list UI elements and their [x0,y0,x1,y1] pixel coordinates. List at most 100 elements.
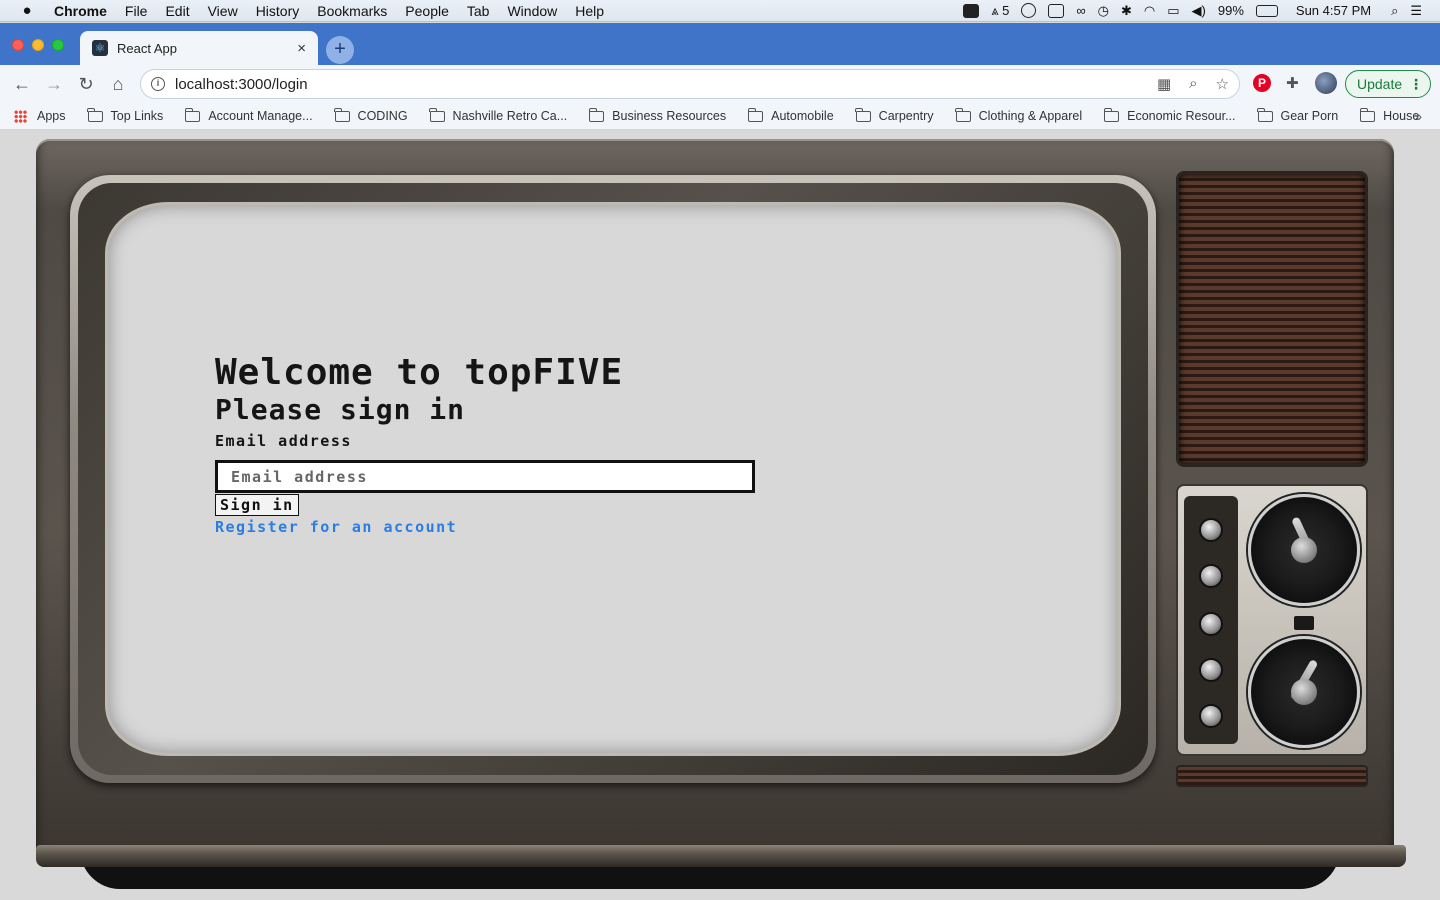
bluetooth-icon[interactable]: ✱ [1115,3,1138,19]
forward-button[interactable]: → [38,74,70,95]
bookmark-folder[interactable]: CODING [334,107,408,123]
bookmark-folder[interactable]: Gear Porn [1257,107,1338,123]
tv-screen: Welcome to topFIVE Please sign in Email … [108,205,1118,753]
bookmark-folder[interactable]: Automobile [747,107,834,123]
tv-bezel-inner: Welcome to topFIVE Please sign in Email … [78,183,1148,775]
volume-icon[interactable]: ◀) [1186,3,1212,19]
bookmark-label: Automobile [771,109,834,123]
apple-icon[interactable]: ● [0,2,54,19]
bookmark-label: Clothing & Apparel [978,109,1083,123]
battery-icon[interactable] [1250,4,1284,17]
uhf-dial [1248,636,1360,748]
glasses-icon[interactable]: ∞ [1070,3,1091,18]
lower-grille [1176,765,1368,787]
bookmark-folder[interactable]: Account Manage... [184,107,313,123]
update-button[interactable]: Update ⋮ [1345,70,1431,98]
adobe-icon[interactable]: ⩓ 5 [985,3,1015,19]
tv-control-panel [1176,171,1368,791]
bookmark-folder[interactable]: Business Resources [588,107,727,123]
reload-button[interactable]: ↻ [70,74,102,95]
omnibox-actions: ▦ ⌕ ☆ [1157,75,1229,93]
wifi-icon[interactable]: ◠ [1138,3,1161,19]
time-machine-icon[interactable]: ◷ [1092,3,1115,19]
tab-react-app[interactable]: ⚛ React App × [80,31,318,65]
clipboard-icon[interactable] [1042,3,1070,18]
qr-icon[interactable]: ▦ [1157,75,1171,93]
menu-tab[interactable]: Tab [458,3,499,19]
tab-strip: ⚛ React App × + [0,23,1440,65]
info-icon[interactable]: i [151,77,165,91]
volume-knob [1199,518,1223,542]
menu-view[interactable]: View [199,3,247,19]
bookmark-folder[interactable]: Economic Resour... [1103,107,1236,123]
fine-tune-knob [1199,612,1223,636]
react-favicon: ⚛ [92,40,108,56]
bookmark-folder[interactable]: House [1359,107,1419,123]
page-subtitle: Please sign in [215,393,466,426]
menu-bookmarks[interactable]: Bookmarks [308,3,396,19]
adobe-count: 5 [1002,3,1010,18]
sign-in-button[interactable]: Sign in [215,494,299,516]
vhf-dial [1248,494,1360,606]
menu-app-chrome[interactable]: Chrome [54,3,116,19]
page-title: Welcome to topFIVE [215,352,624,393]
tab-title: React App [117,40,177,56]
bookmark-label: Economic Resour... [1127,109,1236,123]
do-not-disturb-icon[interactable] [1015,3,1042,18]
tv-bezel: Welcome to topFIVE Please sign in Email … [70,175,1156,783]
email-field[interactable] [215,460,755,493]
zoom-window-button[interactable] [52,39,64,51]
bookmarks-overflow-icon[interactable]: » [1414,108,1422,124]
bookmark-folder[interactable]: Top Links [87,107,163,123]
profile-avatar[interactable] [1315,72,1337,94]
page-content: Welcome to topFIVE Please sign in Email … [0,131,1440,900]
new-tab-button[interactable]: + [326,36,354,64]
control-center-icon[interactable]: ☰ [1404,3,1428,19]
folder-icon [1257,107,1273,122]
bookmark-apps[interactable]: Apps [14,109,66,123]
bookmark-folder[interactable]: Nashville Retro Ca... [429,107,568,123]
folder-icon [747,107,764,122]
bookmarks-bar: Apps Top Links Account Manage... CODING … [0,103,1440,130]
bookmark-folder[interactable]: Clothing & Apparel [955,107,1083,123]
tab-close-icon[interactable]: × [297,40,306,57]
menu-window[interactable]: Window [498,3,566,19]
bookmark-label: CODING [357,109,408,123]
url-text[interactable]: localhost:3000/login [175,76,308,93]
folder-icon [588,107,605,122]
menu-help[interactable]: Help [566,3,613,19]
bookmark-label: Nashville Retro Ca... [452,109,568,123]
battery-percent[interactable]: 99% [1212,3,1250,18]
minimize-window-button[interactable] [32,39,44,51]
close-window-button[interactable] [12,39,24,51]
menu-dots-icon[interactable]: ⋮ [1409,76,1423,93]
zoom-icon[interactable] [957,3,985,18]
address-bar[interactable]: i localhost:3000/login ▦ ⌕ ☆ [140,69,1240,99]
airplay-icon[interactable]: ▭ [1161,3,1185,19]
macos-menu-bar: ● Chrome File Edit View History Bookmark… [0,0,1440,22]
menu-people[interactable]: People [396,3,458,19]
register-link[interactable]: Register for an account [215,517,755,537]
tv-base [36,845,1406,867]
home-button[interactable]: ⌂ [102,74,134,95]
star-icon[interactable]: ☆ [1216,75,1229,93]
folder-icon [1359,107,1376,122]
menu-file[interactable]: File [116,3,157,19]
bookmark-label: Apps [37,109,66,123]
window-controls [12,39,64,51]
browser-toolbar: ← → ↻ ⌂ i localhost:3000/login ▦ ⌕ ☆ P ✚… [0,65,1440,103]
zoom-lens-icon[interactable]: ⌕ [1189,75,1197,93]
search-icon[interactable]: ⌕ [1385,3,1404,19]
clock[interactable]: Sun 4:57 PM [1284,3,1385,18]
bookmark-label: Business Resources [612,109,727,123]
pinterest-icon[interactable]: P [1253,74,1271,92]
back-button[interactable]: ← [6,74,38,95]
puzzle-icon[interactable]: ✚ [1286,74,1299,92]
menu-history[interactable]: History [247,3,309,19]
bookmark-label: Account Manage... [208,109,313,123]
folder-icon [87,107,103,122]
vhf-center [1291,537,1317,563]
menu-edit[interactable]: Edit [156,3,198,19]
bookmark-folder[interactable]: Carpentry [855,107,934,123]
uhf-center [1291,679,1317,705]
